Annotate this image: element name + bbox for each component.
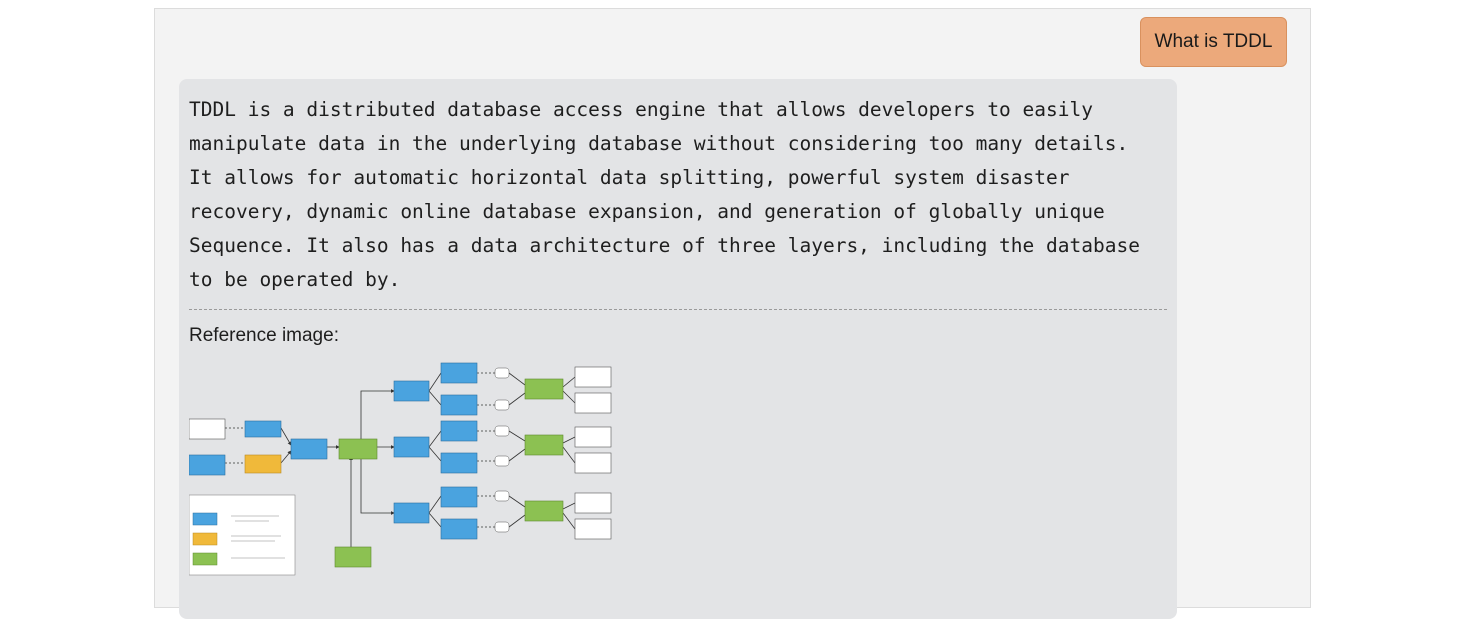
reference-image[interactable] (189, 361, 619, 577)
answer-divider (189, 309, 1167, 310)
reference-label: Reference image: (189, 325, 339, 346)
answer-paragraph: TDDL is a distributed database access en… (189, 98, 1140, 291)
user-message-text: What is TDDL (1154, 31, 1273, 52)
user-message-bubble: What is TDDL (1140, 17, 1287, 67)
assistant-answer-bubble: TDDL is a distributed database access en… (179, 79, 1177, 619)
chat-panel: What is TDDL TDDL is a distributed datab… (154, 8, 1311, 619)
